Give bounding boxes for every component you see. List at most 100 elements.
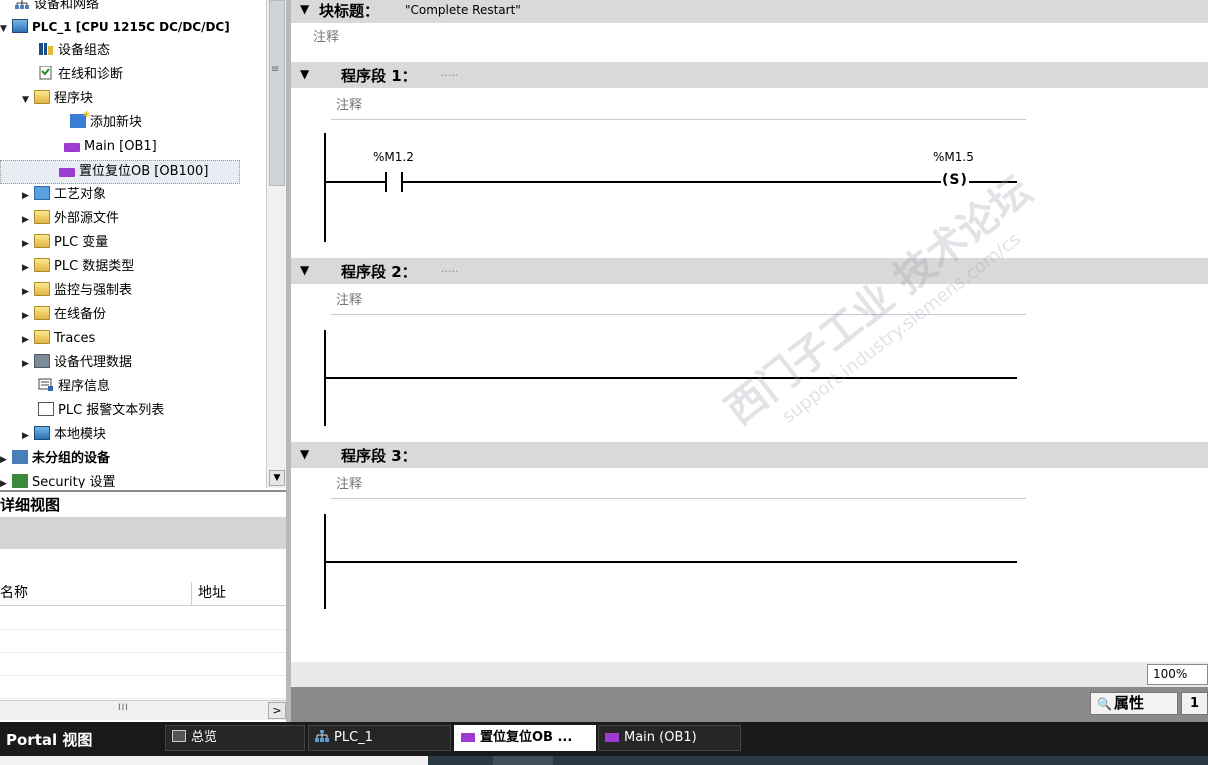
network-2-title-placeholder[interactable]: ..... [441, 262, 458, 275]
collapsed-triangle-icon[interactable]: ▶ [0, 449, 12, 471]
folder-icon [34, 90, 50, 104]
project-tree: 设备和网络 ▼ PLC_1 [CPU 1215C DC/DC/DC] 设备组态 在… [0, 0, 266, 488]
security-icon [12, 474, 28, 488]
collapsed-triangle-icon[interactable]: ▶ [22, 185, 34, 207]
collapse-triangle-icon[interactable]: ▼ [300, 263, 309, 277]
tree-item-local-modules[interactable]: ▶ 本地模块 [22, 424, 106, 448]
rung-wire [326, 561, 1017, 563]
contact-left-bar[interactable] [385, 172, 387, 192]
network-3-comment[interactable]: 注释 [331, 473, 1026, 499]
technology-object-icon [34, 186, 50, 200]
collapsed-triangle-icon[interactable]: ▶ [22, 209, 34, 231]
tree-item-plc-data-types[interactable]: ▶ PLC 数据类型 [22, 256, 134, 280]
network-3-title: 程序段 3： [341, 447, 417, 465]
collapse-triangle-icon[interactable]: ▼ [300, 2, 309, 16]
column-header-address[interactable]: 地址 [198, 582, 226, 604]
scroll-down-icon[interactable]: ▼ [269, 470, 285, 486]
tree-item-plc-tags[interactable]: ▶ PLC 变量 [22, 232, 108, 256]
collapsed-triangle-icon[interactable]: ▶ [22, 257, 34, 279]
grip-icon: III [118, 703, 129, 713]
tree-item-main-ob1[interactable]: Main [OB1] [64, 136, 157, 160]
detail-row [0, 676, 290, 699]
tree-item-ungrouped-devices[interactable]: ▶ 未分组的设备 [0, 448, 110, 472]
expanded-triangle-icon[interactable]: ▼ [0, 18, 12, 40]
network-2-header[interactable]: ▼ 程序段 2： ..... [291, 258, 1208, 284]
tree-item-external-sources[interactable]: ▶ 外部源文件 [22, 208, 119, 232]
block-title-label: 块标题： [319, 2, 380, 20]
tree-item-add-new-block[interactable]: 添加新块 [70, 107, 142, 136]
tree-item-set-reset-ob100[interactable]: 置位复位OB [OB100] [0, 160, 240, 184]
collapsed-triangle-icon[interactable]: ▶ [22, 281, 34, 303]
tree-item-technology-objects[interactable]: ▶ 工艺对象 [22, 184, 106, 208]
rung-wire [403, 181, 943, 183]
task-plc1[interactable]: PLC_1 [308, 725, 451, 751]
coil-operand[interactable]: %M1.5 [933, 150, 974, 164]
folder-icon [34, 306, 50, 320]
device-config-icon [38, 42, 54, 56]
tree-item-plc-alarm-text-lists[interactable]: PLC 报警文本列表 [38, 400, 164, 424]
tree-item-online-diagnostics[interactable]: 在线和诊断 [38, 64, 123, 88]
program-info-icon [38, 378, 54, 392]
tree-item-security-settings[interactable]: ▶ Security 设置 [0, 472, 116, 488]
collapsed-triangle-icon[interactable]: ▶ [0, 473, 12, 488]
tree-item-program-info[interactable]: 程序信息 [38, 376, 110, 400]
tree-item-plc1[interactable]: ▼ PLC_1 [CPU 1215C DC/DC/DC] [0, 16, 230, 40]
detail-horizontal-scrollbar[interactable]: III > [0, 700, 290, 720]
network-1-header[interactable]: ▼ 程序段 1： ..... [291, 62, 1208, 88]
detail-row [0, 653, 290, 676]
contact-operand[interactable]: %M1.2 [373, 150, 414, 164]
network-icon [14, 0, 30, 10]
properties-tab[interactable]: 🔍 属性 [1090, 692, 1178, 715]
rung-wire [326, 377, 1017, 379]
portal-view-button[interactable]: Portal 视图 [6, 729, 92, 750]
status-strip [0, 756, 1208, 765]
text-list-icon [38, 402, 54, 416]
online-diagnostics-icon [38, 65, 54, 80]
detail-row [0, 607, 290, 630]
block-icon [605, 733, 619, 742]
tree-item-online-backups[interactable]: ▶ 在线备份 [22, 304, 106, 328]
tree-item-device-proxy-data[interactable]: ▶ 设备代理数据 [22, 352, 132, 376]
block-title-bar[interactable]: ▼ 块标题： "Complete Restart" [291, 0, 1208, 23]
network-1-title: 程序段 1： [341, 67, 417, 85]
zoom-level-field[interactable]: 100% [1147, 664, 1208, 685]
collapsed-triangle-icon[interactable]: ▶ [22, 233, 34, 255]
expanded-triangle-icon[interactable]: ▼ [22, 89, 34, 111]
collapsed-triangle-icon[interactable]: ▶ [22, 329, 34, 351]
ob-block-icon [64, 143, 80, 152]
network-icon [315, 727, 329, 742]
column-header-name[interactable]: 名称 [0, 582, 192, 606]
editor-taskbar: Portal 视图 总览 PLC_1 置位复位OB ... Main (OB1) [0, 722, 1208, 756]
collapse-triangle-icon[interactable]: ▼ [300, 447, 309, 461]
folder-icon [34, 282, 50, 296]
network-2-comment[interactable]: 注释 [331, 289, 1026, 315]
network-3-header[interactable]: ▼ 程序段 3： [291, 442, 1208, 468]
device-proxy-icon [34, 354, 50, 368]
set-coil[interactable]: (S) [941, 172, 969, 188]
rung-wire [969, 181, 1017, 183]
task-overview[interactable]: 总览 [165, 725, 305, 751]
collapsed-triangle-icon[interactable]: ▶ [22, 305, 34, 327]
tree-item-watch-force-tables[interactable]: ▶ 监控与强制表 [22, 280, 132, 304]
tree-item-device-config[interactable]: 设备组态 [38, 40, 110, 64]
detail-view-title[interactable]: 详细视图 [0, 490, 290, 516]
tree-item-traces[interactable]: ▶ Traces [22, 328, 95, 352]
info-pin-icon[interactable]: 1 [1181, 692, 1208, 715]
scrollbar-thumb[interactable] [269, 0, 285, 186]
scroll-right-icon[interactable]: > [268, 702, 286, 719]
magnifier-icon: 🔍 [1097, 697, 1112, 711]
block-comment[interactable]: 注释 [313, 26, 339, 45]
plc-icon [12, 19, 28, 33]
network-1-comment[interactable]: 注释 [331, 94, 1026, 120]
collapse-triangle-icon[interactable]: ▼ [300, 67, 309, 81]
network-1-title-placeholder[interactable]: ..... [441, 66, 458, 79]
ladder-editor: ▼ 块标题： "Complete Restart" 注释 ▼ 程序段 1： ..… [291, 0, 1208, 687]
task-main-ob1[interactable]: Main (OB1) [598, 725, 741, 751]
collapsed-triangle-icon[interactable]: ▶ [22, 425, 34, 447]
block-title-value[interactable]: "Complete Restart" [405, 3, 521, 17]
collapsed-triangle-icon[interactable]: ▶ [22, 353, 34, 375]
tree-vertical-scrollbar[interactable]: ≡ ▼ [266, 0, 286, 488]
folder-icon [34, 258, 50, 272]
inspector-bar [291, 687, 1208, 722]
task-set-reset-ob[interactable]: 置位复位OB ... [454, 725, 596, 751]
